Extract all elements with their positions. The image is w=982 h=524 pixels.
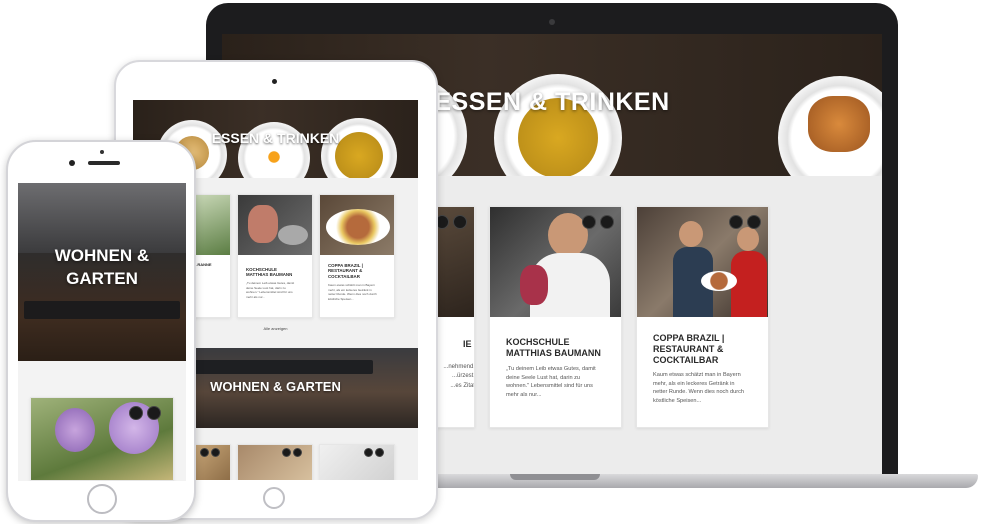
person-face-image — [679, 221, 703, 247]
phone-screen: WOHNEN & GARTEN — [18, 183, 186, 481]
card-text-line: mehr als nur... — [506, 391, 542, 398]
slider-prev-icon[interactable] — [729, 215, 743, 229]
meat-image — [248, 205, 278, 243]
dish-image — [701, 271, 737, 291]
card-title: ...RANNE — [194, 262, 212, 267]
dish-image — [326, 209, 390, 245]
card-title-line: RESTAURANT & — [653, 343, 724, 354]
card-image — [238, 195, 312, 255]
phone-card-flowers[interactable] — [30, 397, 174, 481]
plate-image — [321, 118, 397, 178]
card-title: IE — [463, 339, 472, 349]
phone-camera — [69, 160, 75, 166]
tablet-card-coppa-brazil[interactable]: COPPA BRAZIL | RESTAURANT & COCKTAILBAR … — [319, 194, 395, 318]
card-title-line: MATTHIAS BAUMANN — [506, 347, 601, 358]
phone-speaker — [88, 161, 120, 165]
card-text-line: köstliche Speisen... — [328, 296, 354, 301]
card-text-line: mehr, als ein leckeres Getränk in — [653, 380, 735, 387]
phone-home-button[interactable] — [87, 484, 117, 514]
card-text: „Tu deinem Leib etwas Gutes, damit deine… — [246, 281, 310, 300]
card-title-line: KOCHSCHULE — [506, 337, 570, 347]
tablet-card-row2[interactable] — [237, 444, 313, 480]
card-title: KOCHSCHULE MATTHIAS BAUMANN — [506, 337, 601, 359]
phone-sensor — [100, 150, 104, 154]
card-text-line: Kaum etwas schätzt man in Bayern — [653, 372, 741, 378]
meat-image — [520, 265, 548, 305]
phone-hero-title: WOHNEN & GARTEN — [18, 245, 186, 291]
card-text-line: deine Seele Lust hat, darin zu — [506, 374, 581, 381]
slider-next-icon[interactable] — [747, 215, 761, 229]
tablet-camera — [272, 79, 277, 84]
tablet-card-row2[interactable] — [191, 444, 231, 480]
card-image — [490, 207, 621, 317]
card-text: Kaum etwas schätzt man in Bayern mehr, a… — [653, 371, 765, 406]
card-text-line: netter Runde. Wenn dies noch durch — [653, 389, 745, 396]
person-body-image — [731, 251, 767, 317]
slider-prev-icon[interactable] — [582, 215, 596, 229]
person-face-image — [737, 227, 759, 251]
card-image — [192, 445, 230, 480]
card-image — [320, 445, 394, 480]
mountain-image — [18, 183, 186, 253]
slider-next-icon[interactable] — [375, 448, 384, 457]
tablet-home-button[interactable] — [263, 487, 285, 509]
tablet-card-kochschule[interactable]: KOCHSCHULE MATTHIAS BAUMANN „Tu deinem L… — [237, 194, 313, 318]
card-image — [320, 195, 394, 255]
slider-prev-icon[interactable] — [200, 448, 209, 457]
card-image — [192, 195, 230, 255]
card-text: „Tu deinem Leib etwas Gutes, damit deine… — [506, 365, 618, 400]
slider-next-icon[interactable] — [600, 215, 614, 229]
phone-hero-banner: WOHNEN & GARTEN — [18, 183, 186, 361]
card-title-line: COCKTAILBAR — [653, 354, 719, 365]
pan-image — [278, 225, 308, 245]
food-image — [264, 148, 284, 166]
card-title-line: MATTHIAS BAUMANN — [246, 272, 293, 278]
slider-next-icon[interactable] — [211, 448, 220, 457]
card-text-line: mehr als nur... — [246, 294, 266, 299]
card-title-line: RESTAURANT & — [328, 268, 363, 274]
table-image — [24, 301, 180, 319]
card-text-line: wohnen." Lebensmittel sind für uns — [506, 383, 593, 390]
device-mockup-stage: ESSEN & TRINKEN IE ...nehmend, ...ürzest… — [0, 0, 982, 524]
slider-next-icon[interactable] — [147, 406, 161, 420]
card-text-line: köstliche Speisen... — [653, 397, 702, 404]
slider-prev-icon[interactable] — [129, 406, 143, 420]
laptop-card-coppa-brazil[interactable]: COPPA BRAZIL | RESTAURANT & COCKTAILBAR … — [636, 206, 769, 428]
table-image — [173, 360, 373, 374]
slider-prev-icon[interactable] — [282, 448, 291, 457]
slider-prev-icon[interactable] — [364, 448, 373, 457]
phone-hero-title-line: GARTEN — [66, 268, 138, 288]
card-title: COPPA BRAZIL | RESTAURANT & COCKTAILBAR — [328, 263, 363, 279]
card-image — [637, 207, 768, 317]
card-image — [31, 398, 173, 480]
card-image — [238, 445, 312, 480]
card-title-line: COCKTAILBAR — [328, 273, 360, 279]
laptop-card-kochschule[interactable]: KOCHSCHULE MATTHIAS BAUMANN „Tu deinem L… — [489, 206, 622, 428]
phone-hero-title-line: WOHNEN & — [54, 246, 150, 265]
tablet-card-partial[interactable]: ...RANNE — [191, 194, 231, 318]
laptop-camera — [549, 19, 555, 25]
lilac-flower-image — [55, 408, 95, 452]
slider-next-icon[interactable] — [293, 448, 302, 457]
card-text-line: „Tu deinem Leib etwas Gutes, damit — [506, 366, 596, 372]
laptop-notch — [510, 474, 600, 480]
slider-next-icon[interactable] — [453, 215, 467, 229]
card-text: Kaum etwas schätzt man in Bayern mehr, a… — [328, 283, 392, 302]
card-title-line: COPPA BRAZIL | — [653, 333, 725, 343]
card-title: KOCHSCHULE MATTHIAS BAUMANN — [246, 267, 292, 278]
tablet-card-row2[interactable] — [319, 444, 395, 480]
card-title: COPPA BRAZIL | RESTAURANT & COCKTAILBAR — [653, 333, 724, 365]
